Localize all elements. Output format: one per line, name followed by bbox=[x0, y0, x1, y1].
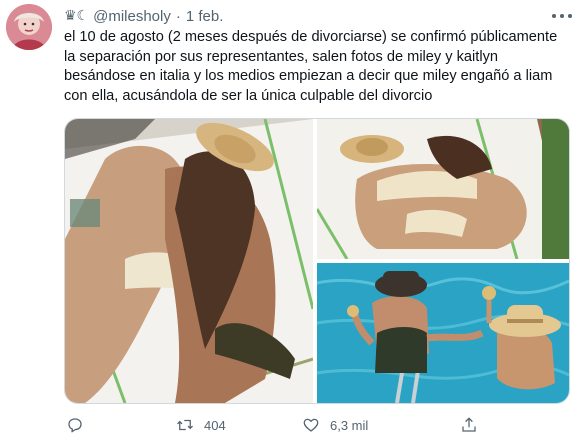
retweet-icon bbox=[177, 419, 193, 431]
tweet-date[interactable]: 1 feb. bbox=[186, 8, 224, 25]
reply-button[interactable] bbox=[66, 414, 84, 436]
tweet-header: ♛☾ @milesholy · 1 feb. bbox=[64, 6, 223, 26]
tweet-text-line: besándose en italia y los medios empieza… bbox=[64, 68, 553, 84]
reply-icon bbox=[68, 418, 82, 433]
photo-bottom-right[interactable] bbox=[317, 263, 569, 403]
avatar[interactable] bbox=[6, 4, 52, 50]
tweet-text-line: el 10 de agosto (2 meses después de divo… bbox=[64, 29, 558, 45]
display-name-badge: ♛☾ bbox=[64, 8, 90, 24]
header-separator: · bbox=[175, 7, 181, 25]
like-button[interactable]: 6,3 mil bbox=[302, 414, 368, 436]
share-icon bbox=[462, 417, 476, 432]
media-grid bbox=[64, 118, 570, 404]
author-handle[interactable]: @milesholy bbox=[93, 8, 171, 25]
tweet-actions: 404 6,3 mil bbox=[64, 414, 574, 436]
heart-icon bbox=[303, 418, 319, 432]
retweet-button[interactable]: 404 bbox=[176, 414, 226, 436]
more-options-icon[interactable] bbox=[552, 8, 572, 24]
photo-top-right[interactable] bbox=[317, 119, 569, 259]
like-count: 6,3 mil bbox=[330, 417, 369, 433]
tweet-card[interactable]: ♛☾ @milesholy · 1 feb. el 10 de agosto (… bbox=[0, 0, 584, 444]
tweet-text-line: con ella, acusándola de ser la única cul… bbox=[64, 87, 433, 104]
retweet-count: 404 bbox=[204, 417, 226, 433]
share-button[interactable] bbox=[460, 414, 478, 436]
photo-left[interactable] bbox=[65, 119, 313, 403]
tweet-text: el 10 de agosto (2 meses después de divo… bbox=[64, 28, 576, 106]
tweet-text-line: la separación por sus representantes, sa… bbox=[64, 48, 498, 65]
